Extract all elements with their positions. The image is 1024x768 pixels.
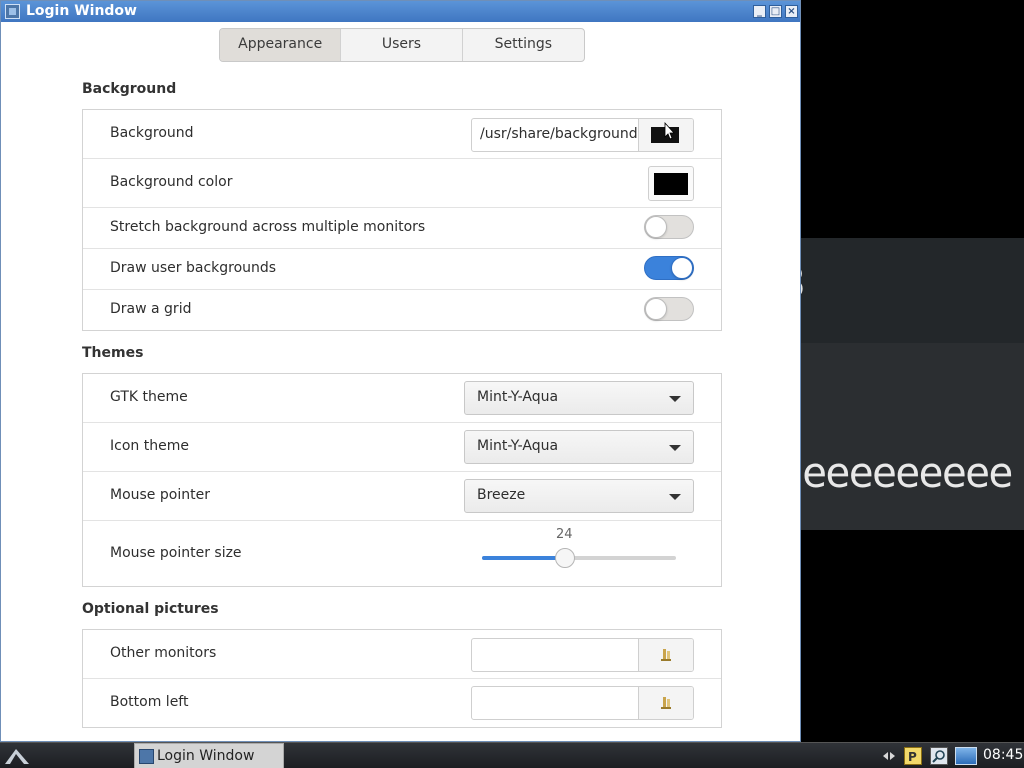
network-icon[interactable] — [880, 747, 898, 765]
maximize-button[interactable]: □ — [769, 5, 782, 18]
bottom-left-browse-button[interactable] — [638, 687, 693, 719]
tab-bar: Appearance Users Settings — [219, 28, 585, 62]
background-browse-button[interactable] — [638, 119, 693, 151]
user-backgrounds-toggle[interactable] — [644, 256, 694, 280]
section-heading-background: Background — [82, 81, 177, 97]
chevron-down-icon — [669, 494, 681, 500]
image-preview-icon — [651, 121, 679, 143]
gtk-theme-dropdown[interactable]: Mint-Y-Aqua — [464, 381, 694, 415]
color-swatch — [654, 173, 688, 195]
row-icon-theme: Icon theme Mint-Y-Aqua — [83, 423, 721, 472]
section-heading-optional-pictures: Optional pictures — [82, 601, 219, 617]
tab-appearance[interactable]: Appearance — [220, 29, 342, 61]
gtk-theme-value: Mint-Y-Aqua — [477, 389, 559, 405]
chevron-down-icon — [669, 445, 681, 451]
pointer-size-slider[interactable] — [482, 556, 676, 560]
pointer-size-value: 24 — [556, 527, 573, 542]
optional-pictures-panel: Other monitors Bottom left — [82, 629, 722, 728]
svg-text:P: P — [908, 750, 917, 764]
window-app-icon — [5, 4, 20, 19]
background-path: /usr/share/backgrounds — [480, 126, 645, 142]
row-gtk-theme: GTK theme Mint-Y-Aqua — [83, 374, 721, 423]
other-monitors-label: Other monitors — [110, 645, 217, 661]
toggle-knob — [671, 257, 693, 279]
window-titlebar[interactable]: Login Window _ □ × — [1, 1, 800, 22]
row-user-backgrounds: Draw user backgrounds — [83, 249, 721, 290]
user-backgrounds-label: Draw user backgrounds — [110, 260, 277, 276]
window-title: Login Window — [26, 3, 137, 19]
window-app-icon — [139, 749, 154, 764]
login-window: Login Window _ □ × Appearance Users Sett… — [0, 0, 801, 742]
background-color-button[interactable] — [648, 166, 694, 201]
tab-settings[interactable]: Settings — [463, 29, 584, 61]
stretch-toggle[interactable] — [644, 215, 694, 239]
row-background: Background /usr/share/backgrounds — [83, 110, 721, 159]
gtk-theme-label: GTK theme — [110, 389, 188, 405]
grid-label: Draw a grid — [110, 301, 192, 317]
mouse-pointer-label: Mouse pointer — [110, 487, 210, 503]
toggle-knob — [645, 298, 667, 320]
background-panel: Background /usr/share/backgrounds Backgr… — [82, 109, 722, 331]
tab-users[interactable]: Users — [341, 29, 463, 61]
background-file-chooser[interactable]: /usr/share/backgrounds — [471, 118, 694, 152]
desktop-icon[interactable] — [955, 747, 977, 765]
clock: 08:45 — [983, 747, 1024, 763]
taskbar-login-window[interactable]: Login Window — [134, 743, 284, 768]
start-menu-button[interactable] — [2, 745, 32, 767]
search-icon[interactable] — [930, 747, 948, 765]
toggle-knob — [645, 216, 667, 238]
row-bottom-left: Bottom left — [83, 679, 721, 728]
close-button[interactable]: × — [785, 5, 798, 18]
section-heading-themes: Themes — [82, 345, 144, 361]
bottom-left-label: Bottom left — [110, 694, 189, 710]
row-pointer-size: Mouse pointer size 24 — [83, 521, 721, 586]
row-background-color: Background color — [83, 159, 721, 208]
icon-theme-dropdown[interactable]: Mint-Y-Aqua — [464, 430, 694, 464]
icon-theme-value: Mint-Y-Aqua — [477, 438, 559, 454]
desktop: 8 eeeeeeeee Login Window _ □ × Appearanc… — [0, 0, 1024, 768]
terminal-text-2: eeeeeeeee — [802, 448, 1014, 497]
lxde-menu-icon — [5, 749, 29, 764]
file-icon — [661, 697, 671, 709]
slider-handle[interactable] — [555, 548, 575, 568]
background-color-label: Background color — [110, 174, 233, 190]
row-grid: Draw a grid — [83, 290, 721, 330]
minimize-button[interactable]: _ — [753, 5, 766, 18]
icon-theme-label: Icon theme — [110, 438, 189, 454]
other-monitors-file-chooser[interactable] — [471, 638, 694, 672]
grid-toggle[interactable] — [644, 297, 694, 321]
themes-panel: GTK theme Mint-Y-Aqua Icon theme Mint-Y-… — [82, 373, 722, 587]
row-other-monitors: Other monitors — [83, 630, 721, 679]
chevron-down-icon — [669, 396, 681, 402]
background-label: Background — [110, 125, 194, 141]
pointer-size-label: Mouse pointer size — [110, 545, 242, 561]
bottom-left-file-chooser[interactable] — [471, 686, 694, 720]
row-mouse-pointer: Mouse pointer Breeze — [83, 472, 721, 521]
mouse-pointer-dropdown[interactable]: Breeze — [464, 479, 694, 513]
row-stretch: Stretch background across multiple monit… — [83, 208, 721, 249]
other-monitors-browse-button[interactable] — [638, 639, 693, 671]
mouse-pointer-value: Breeze — [477, 487, 526, 503]
taskbar-task-label: Login Window — [157, 748, 255, 764]
file-icon — [661, 649, 671, 661]
taskbar: Login Window P 08:45 — [0, 742, 1024, 768]
parcellite-icon[interactable]: P — [904, 747, 922, 765]
slider-fill — [482, 556, 565, 560]
stretch-label: Stretch background across multiple monit… — [110, 219, 426, 235]
